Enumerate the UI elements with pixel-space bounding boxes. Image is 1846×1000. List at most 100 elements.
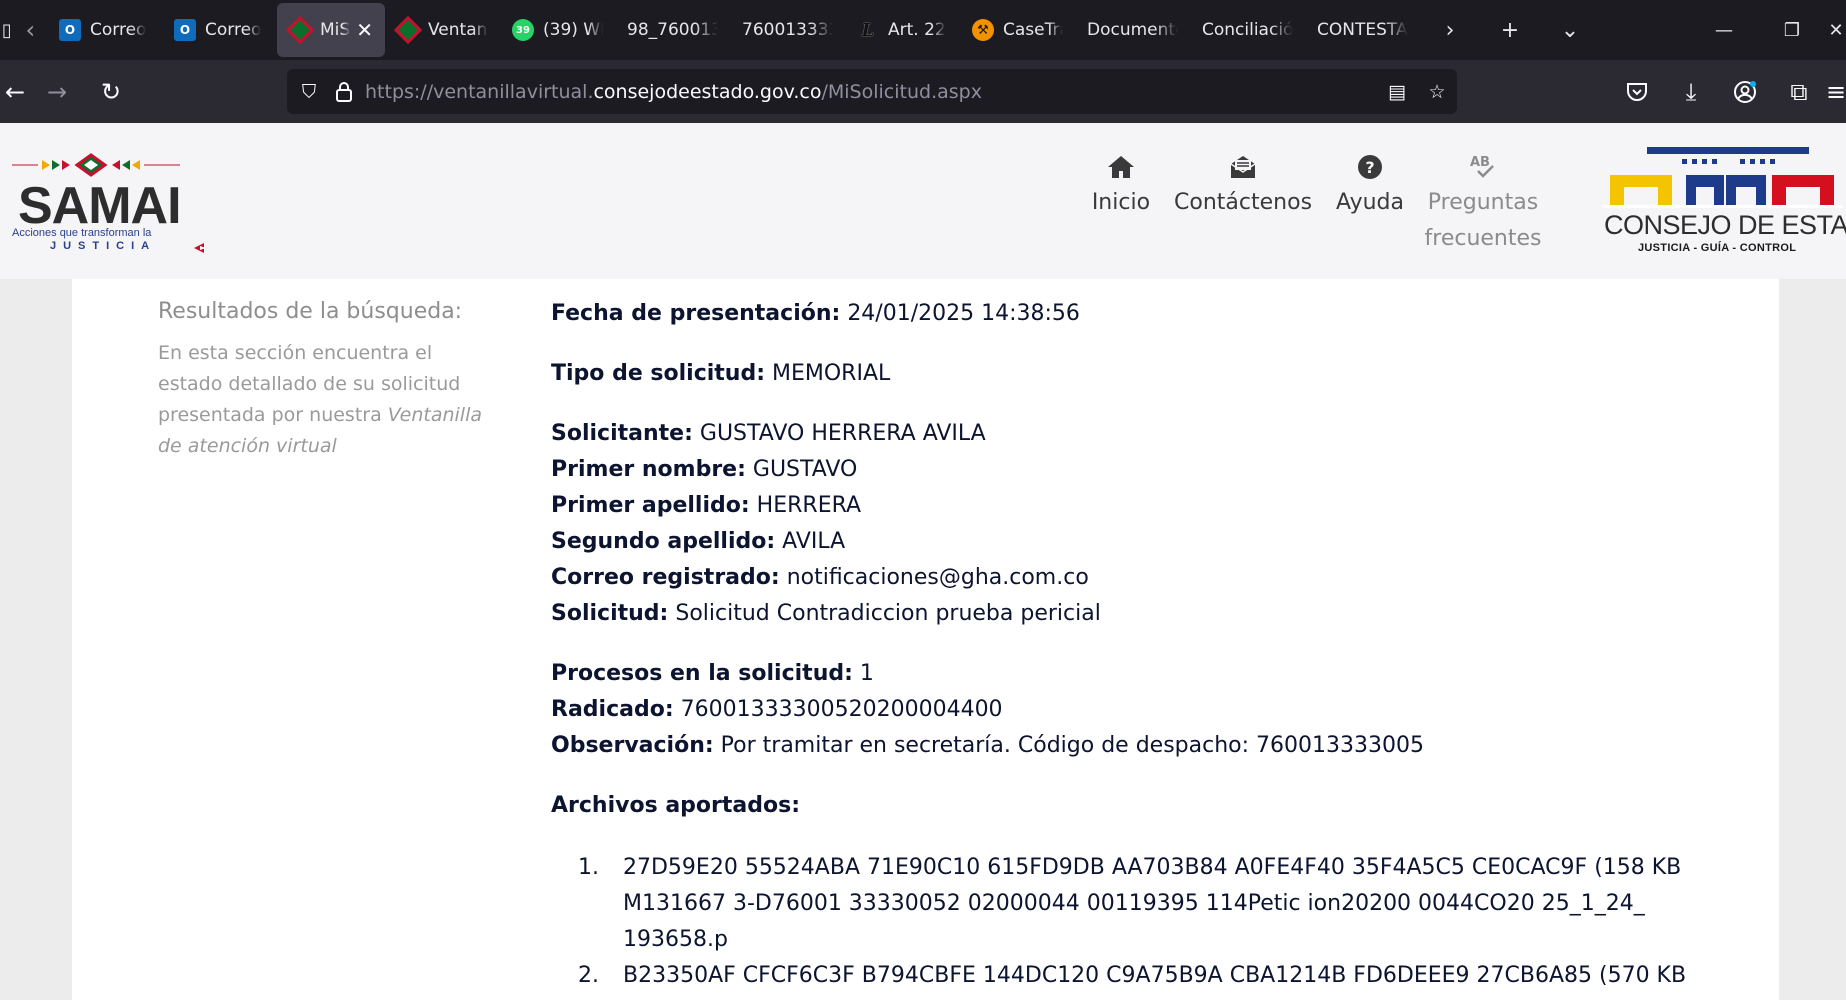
file-link[interactable]: B23350AF CFCF6C3F B794CBFE 144DC120 C9A7… <box>623 958 1733 1000</box>
navigation-toolbar: ← → ↻ ⛉ https://ventanillavirtual.consej… <box>0 60 1846 123</box>
nav-inicio[interactable]: Inicio <box>1092 149 1150 257</box>
back-icon[interactable]: ← <box>0 60 30 123</box>
field-correo: Correo registrado: notificaciones@gha.co… <box>551 565 1089 590</box>
tab-conciliacion[interactable]: Conciliación <box>1190 3 1305 57</box>
list-item[interactable]: 1. 27D59E20 55524ABA 71E90C10 615FD9DB A… <box>575 850 1751 958</box>
restore-icon[interactable]: ❐ <box>1758 0 1826 60</box>
home-icon <box>1106 149 1136 185</box>
consejo-motto: JUSTICIA - GUÍA - CONTROL <box>1638 242 1797 254</box>
field-fecha: Fecha de presentación: 24/01/2025 14:38:… <box>551 301 1080 326</box>
svg-text:?: ? <box>1365 158 1374 177</box>
tab-correo-1[interactable]: O Correo <box>47 3 162 57</box>
tab-art-22[interactable]: L Art. 22 <box>845 3 960 57</box>
nav-preguntas-frecuentes[interactable]: AB Preguntas frecuentes <box>1425 149 1542 257</box>
list-item[interactable]: 2. B23350AF CFCF6C3F B794CBFE 144DC120 C… <box>575 958 1751 1000</box>
samai-icon <box>397 19 419 41</box>
tab-groups-icon[interactable]: ▯ <box>0 0 14 60</box>
field-solicitud: Solicitud: Solicitud Contradiccion prueb… <box>551 601 1101 626</box>
samai-tagline-justicia: JUSTICIA <box>50 240 157 252</box>
tab-whatsapp[interactable]: 39 (39) WhatsApp <box>500 3 615 57</box>
tab-correo-2[interactable]: O Correo <box>162 3 277 57</box>
tab-contestacion[interactable]: CONTESTACIÓN <box>1305 3 1420 57</box>
address-bar[interactable]: ⛉ https://ventanillavirtual.consejodeest… <box>287 69 1457 114</box>
field-procesos: Procesos en la solicitud: 1 <box>551 661 874 686</box>
tab-title: CONTESTACIÓN <box>1317 20 1408 40</box>
archivos-list: 1. 27D59E20 55524ABA 71E90C10 615FD9DB A… <box>551 850 1751 1000</box>
samai-tagline: Acciones que transforman la <box>12 227 152 239</box>
tab-title: Ventanilla <box>428 20 488 40</box>
forward-icon[interactable]: → <box>30 60 84 123</box>
tab-title: (39) WhatsApp <box>543 20 603 40</box>
whatsapp-icon: 39 <box>512 19 534 41</box>
samai-icon <box>289 19 311 41</box>
extensions-icon[interactable]: ⧉ <box>1772 60 1826 123</box>
tab-strip-controls: › + ⌄ — ❐ ✕ <box>1420 0 1846 60</box>
bookmark-star-icon[interactable]: ☆ <box>1417 69 1457 114</box>
tab-pdf-98[interactable]: 98_760013 <box>615 3 730 57</box>
url-actions: ▤ ☆ <box>1377 69 1457 114</box>
reader-view-icon[interactable]: ▤ <box>1377 69 1417 114</box>
tab-casetracking[interactable]: ⚒ CaseTracking <box>960 3 1075 57</box>
site-header: SAMAI Acciones que transforman la JUSTIC… <box>0 123 1846 279</box>
field-primer-apellido: Primer apellido: HERRERA <box>551 493 862 518</box>
tab-title: 98_760013 <box>627 20 718 40</box>
tab-title: Correo <box>205 20 262 40</box>
results-title: Resultados de la búsqueda: <box>158 299 463 324</box>
tab-list: O Correo O Correo MiSolicitud ✕ Ventanil… <box>47 0 1420 60</box>
casetracking-icon: ⚒ <box>972 19 994 41</box>
svg-text:AB: AB <box>1470 155 1490 170</box>
pocket-icon[interactable] <box>1610 60 1664 123</box>
outlook-icon: O <box>59 19 81 41</box>
tab-title: Documentos <box>1087 20 1178 40</box>
outlook-icon: O <box>174 19 196 41</box>
downloads-icon[interactable]: ⤓ <box>1664 60 1718 123</box>
field-segundo-apellido: Segundo apellido: AVILA <box>551 529 846 554</box>
scroll-tabs-right-icon[interactable]: › <box>1420 0 1480 60</box>
archivos-heading: Archivos aportados: <box>551 793 801 818</box>
close-window-icon[interactable]: ✕ <box>1826 0 1846 60</box>
nav-label: Ayuda <box>1336 190 1404 215</box>
lock-icon[interactable] <box>329 69 359 114</box>
reload-icon[interactable]: ↻ <box>84 60 138 123</box>
field-tipo: Tipo de solicitud: MEMORIAL <box>551 361 891 386</box>
nav-label: Contáctenos <box>1174 190 1313 215</box>
scroll-tabs-left-icon[interactable]: ‹ <box>14 0 47 60</box>
nav-contactenos[interactable]: Contáctenos <box>1174 149 1312 257</box>
tab-title: Correo <box>90 20 147 40</box>
tab-title: MiSolicitud <box>320 20 351 40</box>
field-primer-nombre: Primer nombre: GUSTAVO <box>551 457 858 482</box>
menu-icon[interactable]: ≡ <box>1826 60 1846 123</box>
list-item-number: 2. <box>578 963 599 988</box>
account-icon[interactable] <box>1718 60 1772 123</box>
tab-title: 7600133330 <box>742 20 833 40</box>
nav-ayuda[interactable]: ? Ayuda <box>1336 149 1404 257</box>
legis-icon: L <box>861 19 875 41</box>
file-link[interactable]: 27D59E20 55524ABA 71E90C10 615FD9DB AA70… <box>623 850 1733 958</box>
url-text[interactable]: https://ventanillavirtual.consejodeestad… <box>365 81 982 103</box>
new-tab-icon[interactable]: + <box>1480 0 1540 60</box>
spellcheck-icon: AB <box>1468 149 1498 185</box>
field-radicado: Radicado: 76001333300520200004400 <box>551 697 1003 722</box>
tracking-protection-icon[interactable]: ⛉ <box>289 69 329 114</box>
field-observacion: Observación: Por tramitar en secretaría.… <box>551 733 1424 758</box>
minimize-icon[interactable]: — <box>1690 0 1758 60</box>
consejo-name: CONSEJO DE ESTADO <box>1604 210 1846 240</box>
envelope-icon <box>1229 149 1257 185</box>
site-nav: Inicio Contáctenos ? Ayuda AB Preguntas … <box>1068 149 1542 257</box>
toolbar-right: ⤓ ⧉ ≡ <box>1610 60 1846 123</box>
tab-title: CaseTracking <box>1003 20 1063 40</box>
tab-ventanilla[interactable]: Ventanilla <box>385 3 500 57</box>
list-all-tabs-icon[interactable]: ⌄ <box>1540 0 1600 60</box>
tab-pdf-7600[interactable]: 7600133330 <box>730 3 845 57</box>
results-description: En esta sección encuentra el estado deta… <box>158 342 482 457</box>
field-solicitante: Solicitante: GUSTAVO HERRERA AVILA <box>551 421 986 446</box>
close-tab-icon[interactable]: ✕ <box>350 18 373 42</box>
request-details: Fecha de presentación: 24/01/2025 14:38:… <box>551 296 1751 1000</box>
tab-documentos[interactable]: Documentos <box>1075 3 1190 57</box>
browser-tab-strip: ▯ ‹ O Correo O Correo MiSolicitud ✕ Vent… <box>0 0 1846 60</box>
tab-title: Conciliación <box>1202 20 1293 40</box>
tab-misolicitud[interactable]: MiSolicitud ✕ <box>277 3 385 57</box>
list-item-number: 1. <box>578 855 599 880</box>
nav-label: Inicio <box>1091 190 1151 215</box>
